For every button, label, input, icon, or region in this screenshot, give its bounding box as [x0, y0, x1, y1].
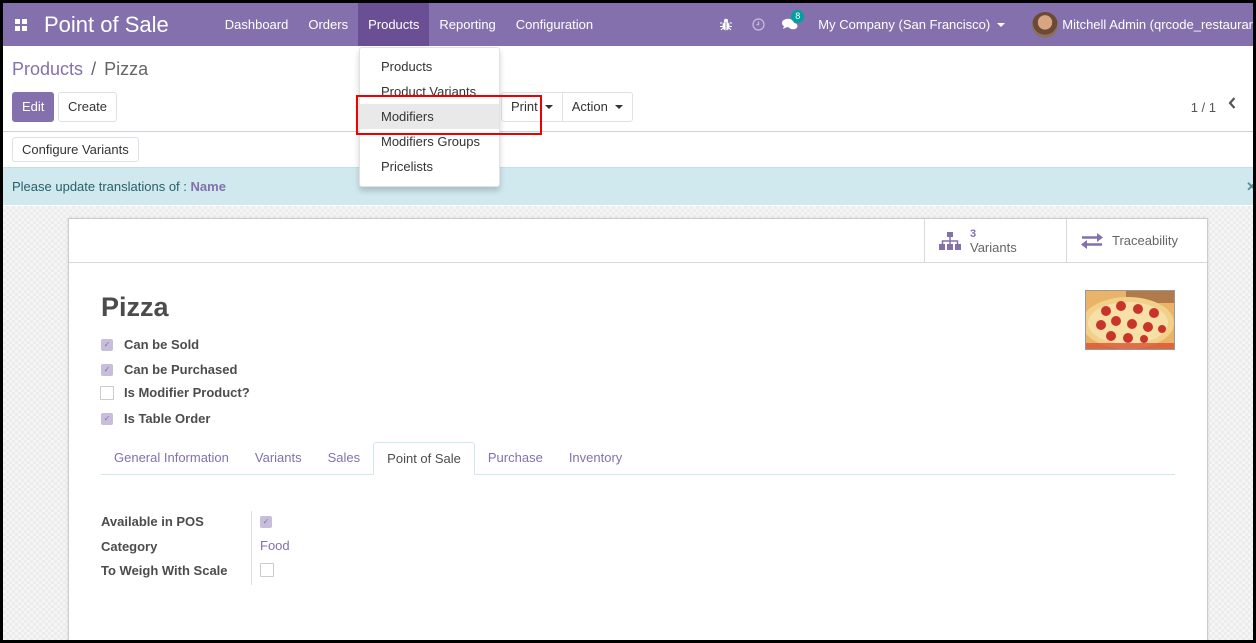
exchange-icon	[1081, 233, 1103, 249]
can-be-purchased-field: Can be Purchased	[101, 362, 237, 377]
form-statusbar: Configure Variants	[3, 132, 1253, 166]
to-weigh-checkbox[interactable]	[260, 563, 274, 577]
traceability-smart-button[interactable]: Traceability	[1066, 219, 1208, 263]
category-field: Food	[260, 538, 290, 553]
can-be-sold-field: Can be Sold	[101, 337, 199, 352]
caret-down-icon	[614, 105, 623, 109]
clock-icon	[752, 18, 765, 31]
create-button[interactable]: Create	[58, 92, 118, 122]
breadcrumb-separator: /	[91, 59, 97, 79]
chevron-left-icon	[1228, 97, 1236, 109]
dropdown-item-products[interactable]: Products	[360, 54, 499, 79]
tab-sales[interactable]: Sales	[315, 442, 374, 474]
apps-menu-button[interactable]	[3, 3, 39, 46]
pizza-image	[1086, 291, 1174, 349]
user-name: Mitchell Admin (qrcode_restaurar	[1062, 17, 1253, 32]
can-be-purchased-label: Can be Purchased	[124, 362, 238, 377]
action-label: Action	[571, 99, 608, 114]
is-table-order-field: Is Table Order	[101, 411, 210, 426]
available-in-pos-field	[260, 516, 272, 528]
systray: 8 My Company (San Francisco) Mitchell Ad…	[710, 3, 1253, 46]
tab-inventory[interactable]: Inventory	[556, 442, 635, 474]
sitemap-icon	[939, 232, 961, 250]
messages-count-badge: 8	[791, 10, 805, 23]
tab-variants[interactable]: Variants	[242, 442, 315, 474]
alert-field-link[interactable]: Name	[191, 179, 226, 194]
app-window: Point of Sale Dashboard Orders Products …	[3, 3, 1253, 640]
breadcrumb-current: Pizza	[104, 59, 149, 79]
form-notebook-tabs: General Information Variants Sales Point…	[101, 442, 1175, 475]
action-dropdown[interactable]: Action	[561, 93, 632, 121]
category-label: Category	[101, 539, 158, 554]
alert-text: Please update translations of :	[12, 179, 187, 194]
dropdown-item-pricelists[interactable]: Pricelists	[360, 154, 499, 179]
edit-button[interactable]: Edit	[12, 92, 55, 122]
can-be-sold-label: Can be Sold	[124, 337, 200, 352]
to-weigh-label: To Weigh With Scale	[101, 563, 228, 578]
variants-smart-button[interactable]: 3 Variants	[924, 219, 1066, 263]
to-weigh-field	[260, 563, 274, 577]
company-name: My Company (San Francisco)	[818, 17, 991, 32]
pager-previous-button[interactable]	[1227, 96, 1241, 116]
translation-alert: Please update translations of : Name ✕	[3, 167, 1253, 205]
pager-value: 1 / 1	[1190, 100, 1216, 115]
smart-button-box: 3 Variants Traceability	[69, 219, 1207, 263]
is-modifier-product-label: Is Modifier Product?	[124, 385, 250, 400]
product-image[interactable]	[1085, 290, 1175, 350]
tab-point-of-sale[interactable]: Point of Sale	[373, 442, 475, 475]
top-navbar: Point of Sale Dashboard Orders Products …	[3, 3, 1253, 46]
menu-configuration[interactable]: Configuration	[506, 3, 603, 46]
category-link[interactable]: Food	[260, 538, 290, 553]
menu-orders[interactable]: Orders	[298, 3, 358, 46]
is-table-order-label: Is Table Order	[124, 411, 211, 426]
messages-button[interactable]: 8	[774, 10, 806, 31]
field-divider	[251, 511, 252, 585]
can-be-purchased-checkbox[interactable]	[101, 363, 113, 376]
user-menu[interactable]: Mitchell Admin (qrcode_restaurar	[1032, 11, 1253, 38]
is-modifier-product-field: Is Modifier Product?	[100, 385, 250, 400]
app-title: Point of Sale	[44, 11, 169, 37]
available-in-pos-checkbox[interactable]	[260, 516, 272, 528]
bug-icon	[720, 18, 733, 31]
grid-icon	[15, 18, 27, 31]
avatar	[1032, 11, 1059, 38]
company-switcher[interactable]: My Company (San Francisco)	[818, 17, 1006, 32]
is-modifier-product-checkbox[interactable]	[100, 385, 114, 400]
menu-reporting[interactable]: Reporting	[429, 3, 505, 46]
is-table-order-checkbox[interactable]	[101, 412, 113, 425]
menu-dashboard[interactable]: Dashboard	[215, 3, 299, 46]
product-name: Pizza	[101, 292, 169, 322]
traceability-label: Traceability	[1112, 233, 1178, 248]
caret-down-icon	[544, 105, 553, 109]
annotation-highlight-box	[356, 95, 542, 135]
tab-general-information[interactable]: General Information	[101, 442, 242, 474]
debug-button[interactable]	[710, 18, 742, 31]
menu-products[interactable]: Products	[358, 3, 430, 46]
configure-variants-button[interactable]: Configure Variants	[12, 137, 139, 162]
close-icon[interactable]: ✕	[1246, 168, 1253, 206]
main-menu: Dashboard Orders Products Reporting Conf…	[215, 3, 603, 46]
breadcrumb: Products / Pizza	[12, 59, 148, 80]
variants-count: 3	[970, 228, 977, 240]
variants-label: Variants	[970, 240, 1017, 255]
activity-button[interactable]	[742, 18, 774, 31]
can-be-sold-checkbox[interactable]	[101, 338, 113, 351]
tab-purchase[interactable]: Purchase	[475, 442, 556, 474]
available-in-pos-label: Available in POS	[101, 514, 204, 529]
caret-down-icon	[997, 22, 1006, 27]
form-sheet: 3 Variants Traceability Pizza ✓ Can be S…	[68, 218, 1208, 640]
breadcrumb-products[interactable]: Products	[12, 59, 83, 79]
